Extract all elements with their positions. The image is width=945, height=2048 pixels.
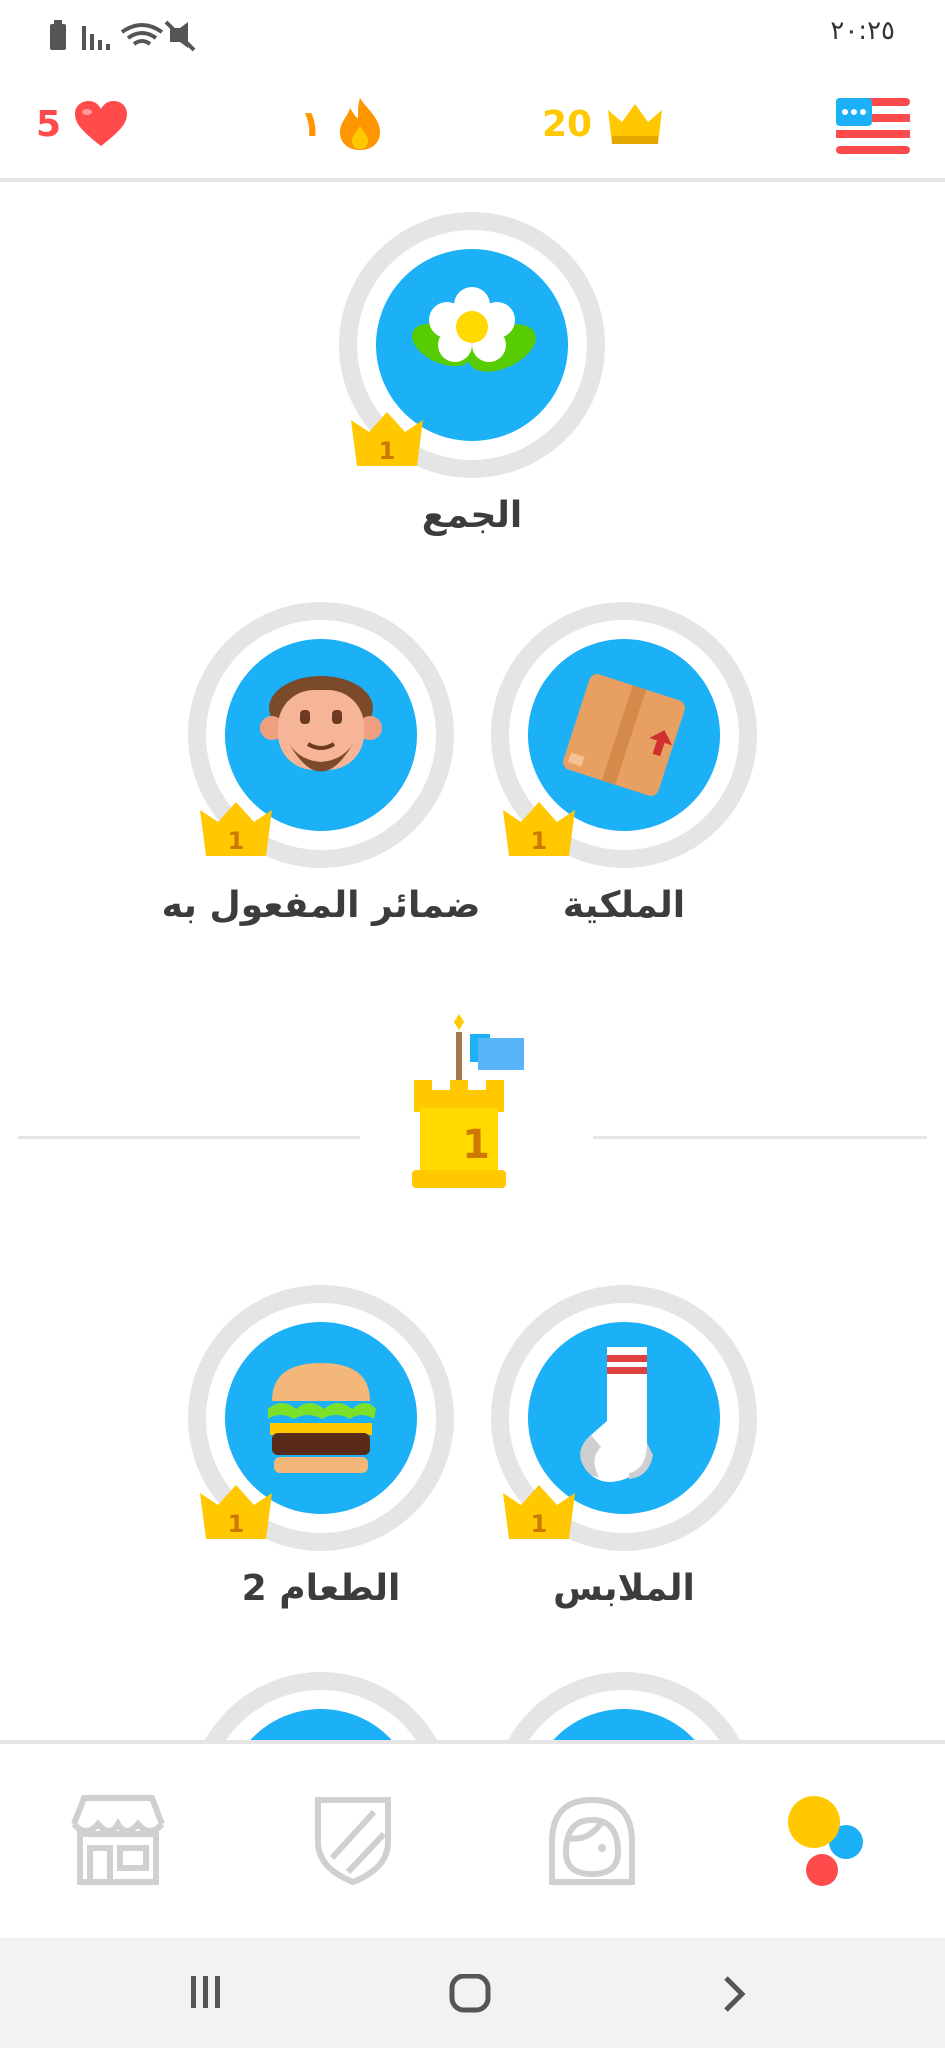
flame-icon bbox=[339, 98, 380, 150]
hearts-count: 5 bbox=[36, 103, 62, 145]
skill-partial-right[interactable] bbox=[489, 1670, 759, 1740]
crown-badge-icon: 1 bbox=[503, 1485, 575, 1539]
svg-text:1: 1 bbox=[531, 827, 548, 855]
us-flag-icon[interactable] bbox=[836, 98, 910, 154]
crown-icon bbox=[608, 104, 663, 144]
checkpoint-castle-icon[interactable]: 1 bbox=[408, 1010, 538, 1195]
svg-text:1: 1 bbox=[379, 437, 396, 465]
crown-badge-icon: 1 bbox=[200, 802, 272, 856]
skill-label-possession: الملكية bbox=[562, 885, 686, 926]
crown-badge-icon: 1 bbox=[503, 802, 575, 856]
back-icon[interactable] bbox=[720, 1974, 748, 2014]
shop-icon[interactable] bbox=[66, 1794, 170, 1886]
top-stats-bar: 5 ١ 20 bbox=[0, 70, 945, 182]
bottom-navigation bbox=[0, 1740, 945, 1942]
skill-food-2[interactable]: 1 bbox=[186, 1283, 456, 1553]
streak-count: ١ bbox=[300, 103, 322, 145]
heart-icon bbox=[75, 101, 128, 146]
hearts-counter[interactable]: 5 bbox=[36, 100, 129, 148]
skill-possession[interactable]: 1 bbox=[489, 600, 759, 870]
crown-badge-icon: 1 bbox=[351, 412, 423, 466]
crown-badge-icon: 1 bbox=[200, 1485, 272, 1539]
leagues-shield-icon[interactable] bbox=[312, 1794, 394, 1886]
status-bar: ٢٠:٢٥ bbox=[0, 0, 945, 70]
recent-apps-icon[interactable] bbox=[188, 1974, 224, 2010]
streak-counter[interactable]: ١ bbox=[300, 96, 384, 152]
skill-label-clothes: الملابس bbox=[553, 1568, 695, 1609]
learn-icon[interactable] bbox=[780, 1788, 880, 1888]
skill-plurals[interactable]: 1 bbox=[337, 210, 607, 480]
crowns-counter[interactable]: 20 bbox=[542, 100, 666, 148]
skill-partial-left[interactable] bbox=[186, 1670, 456, 1740]
skill-object-pronouns[interactable]: 1 bbox=[186, 600, 456, 870]
skill-label-plurals: الجمع bbox=[421, 495, 523, 536]
android-navigation-bar bbox=[0, 1938, 945, 2048]
divider-left bbox=[18, 1136, 360, 1139]
crowns-count: 20 bbox=[542, 103, 593, 145]
profile-icon[interactable] bbox=[542, 1794, 642, 1886]
skill-clothes[interactable]: 1 bbox=[489, 1283, 759, 1553]
status-time: ٢٠:٢٥ bbox=[830, 16, 895, 46]
svg-text:1: 1 bbox=[531, 1510, 548, 1538]
status-icons bbox=[50, 20, 196, 52]
divider-right bbox=[593, 1136, 927, 1139]
svg-text:1: 1 bbox=[228, 1510, 245, 1538]
svg-text:1: 1 bbox=[228, 827, 245, 855]
home-icon[interactable] bbox=[448, 1974, 492, 2014]
checkpoint-level: 1 bbox=[462, 1122, 490, 1168]
